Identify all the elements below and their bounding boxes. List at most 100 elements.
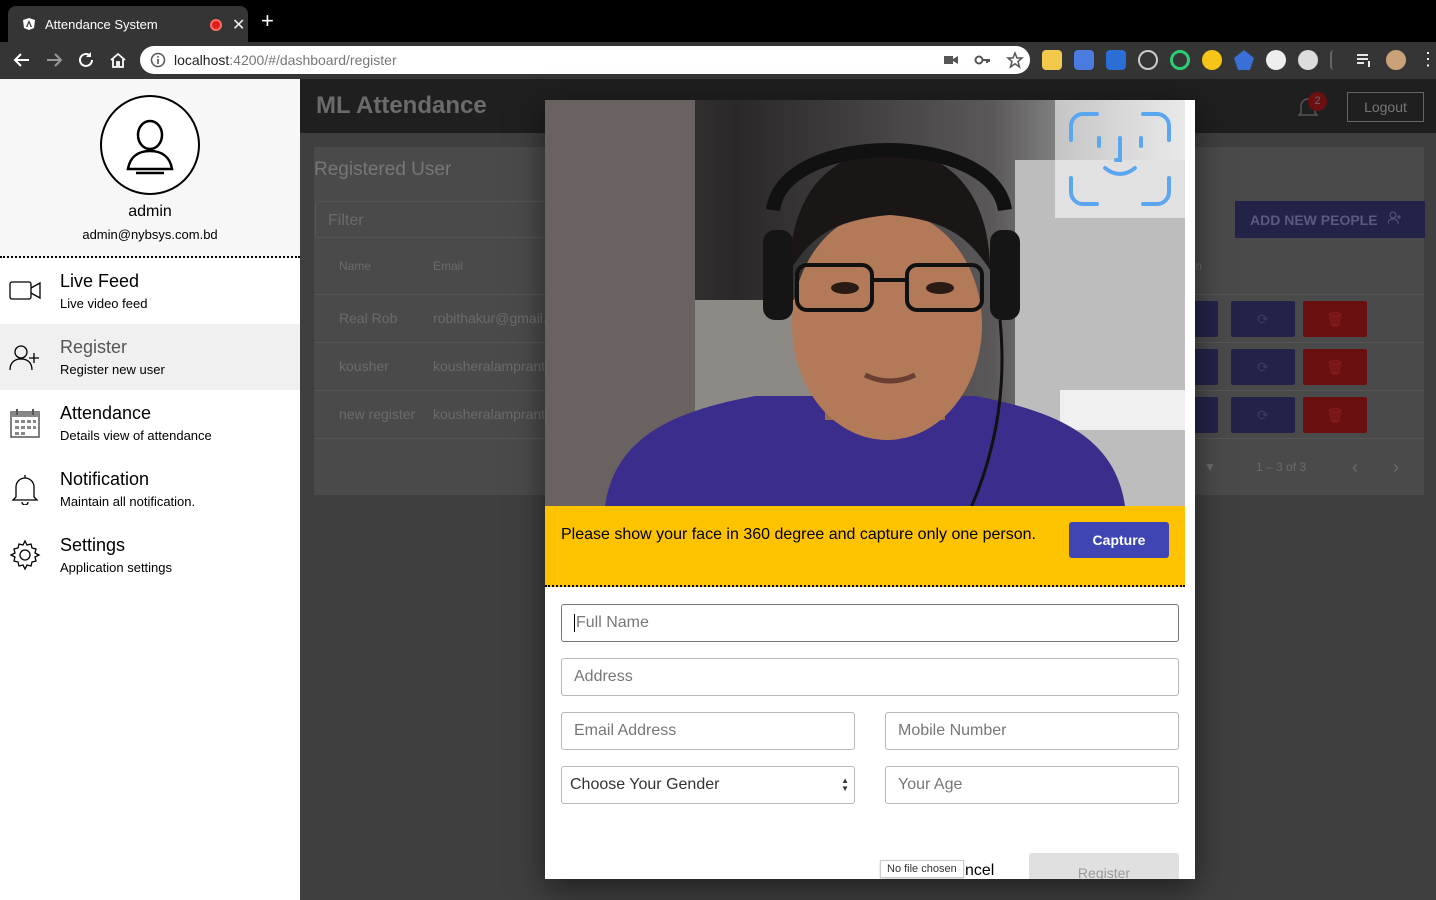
new-tab-button[interactable]: +	[261, 10, 274, 32]
user-email: admin@nybsys.com.bd	[82, 227, 218, 242]
row-email: kousheralamprant	[433, 406, 546, 422]
dots-extension-icon[interactable]	[1266, 50, 1286, 70]
add-user-icon	[1387, 211, 1402, 228]
address-bar[interactable]: localhost:4200/#/dashboard/register	[140, 46, 1030, 74]
refresh-icon: ⟳	[1257, 406, 1269, 423]
key-icon[interactable]	[974, 51, 992, 72]
notes-extension-icon[interactable]	[1042, 50, 1062, 70]
delete-button[interactable]: 🗑	[1303, 301, 1367, 337]
profile-avatar[interactable]	[1386, 50, 1406, 70]
profile-section: admin admin@nybsys.com.bd	[0, 79, 300, 258]
sidebar-item-live-feed[interactable]: Live Feed Live video feed	[0, 258, 300, 324]
forward-icon[interactable]	[44, 50, 64, 70]
trash-icon: 🗑	[1326, 310, 1344, 327]
instruction-banner: Please show your face in 360 degree and …	[545, 506, 1185, 587]
info-icon[interactable]	[150, 52, 166, 71]
trash-icon: 🗑	[1326, 406, 1344, 423]
back-icon[interactable]	[12, 50, 32, 70]
angular-icon	[22, 17, 36, 31]
react-extension-icon[interactable]	[1138, 50, 1158, 70]
avatar	[100, 95, 200, 195]
add-new-people-button[interactable]: ADD NEW PEOPLE	[1235, 201, 1425, 238]
full-name-field[interactable]: Full Name	[561, 604, 1179, 642]
tab-title: Attendance System	[45, 16, 158, 32]
sidebar-item-title: Live Feed	[60, 271, 140, 291]
full-name-placeholder: Full Name	[576, 614, 649, 631]
sidebar-item-subtitle: Maintain all notification.	[60, 494, 196, 509]
browser-tab[interactable]: Attendance System ✕	[8, 6, 248, 42]
refresh-button[interactable]: ⟳	[1231, 301, 1295, 337]
filter-input[interactable]: Filter	[315, 201, 575, 238]
sidebar-item-subtitle: Register new user	[60, 362, 165, 377]
notification-count-badge: 2	[1308, 92, 1327, 111]
user-name: admin	[128, 203, 172, 220]
file-input-tooltip: No file chosen	[880, 860, 964, 878]
column-header-email[interactable]: Email	[433, 259, 463, 273]
address-field[interactable]: Address	[561, 658, 1179, 696]
logout-button[interactable]: Logout	[1347, 92, 1424, 122]
user-avatar-icon	[126, 119, 174, 175]
gender-select[interactable]: Choose Your Gender ▲ ▼	[561, 766, 855, 804]
prev-page-icon[interactable]: ‹	[1352, 457, 1358, 478]
sidebar-item-subtitle: Application settings	[60, 560, 173, 575]
yellow-extension-icon[interactable]	[1202, 50, 1222, 70]
age-field[interactable]: Your Age	[885, 766, 1179, 804]
column-header-name[interactable]: Name	[339, 259, 371, 273]
email-field[interactable]: Email Address	[561, 712, 855, 750]
home-icon[interactable]	[108, 50, 128, 70]
gender-selected-value: Choose Your Gender	[570, 776, 720, 793]
add-user-icon	[9, 341, 41, 373]
calendar-icon	[9, 407, 41, 439]
refresh-button[interactable]: ⟳	[1231, 397, 1295, 433]
sidebar-item-attendance[interactable]: Attendance Details view of attendance	[0, 390, 300, 456]
app-title: ML Attendance	[316, 92, 487, 119]
extension-bar: ⋮	[1042, 50, 1436, 70]
paginator-range: 1 – 3 of 3	[1256, 460, 1307, 474]
recording-indicator-icon	[210, 19, 222, 31]
sidebar-item-settings[interactable]: Settings Application settings	[0, 522, 300, 588]
video-camera-icon	[9, 275, 41, 307]
url-path: :4200/#/dashboard/register	[229, 52, 397, 68]
translate-extension-icon[interactable]	[1074, 50, 1094, 70]
face-id-icon	[1055, 100, 1185, 218]
compass-extension-icon[interactable]	[1298, 50, 1318, 70]
text-caret	[574, 614, 575, 632]
select-arrows-icon: ▲ ▼	[841, 776, 849, 793]
refresh-icon: ⟳	[1257, 358, 1269, 375]
green-ring-extension-icon[interactable]	[1170, 50, 1190, 70]
sidebar-item-title: Notification	[60, 469, 150, 489]
delete-button[interactable]: 🗑	[1303, 349, 1367, 385]
row-email: kousheralamprant	[433, 358, 546, 374]
sidebar: admin admin@nybsys.com.bd Live Feed Live …	[0, 79, 300, 900]
register-button[interactable]: Register	[1029, 853, 1179, 879]
browser-menu-icon[interactable]: ⋮	[1418, 50, 1436, 70]
close-tab-icon[interactable]: ✕	[232, 15, 245, 35]
separator	[1330, 50, 1342, 70]
blue-extension-icon[interactable]	[1234, 50, 1254, 70]
s-extension-icon[interactable]	[1106, 50, 1126, 70]
reload-icon[interactable]	[76, 50, 96, 70]
row-name: Real Rob	[339, 310, 398, 326]
gear-icon	[9, 539, 41, 571]
webcam-preview	[545, 100, 1185, 506]
card-title: Registered User	[314, 159, 452, 180]
sidebar-item-subtitle: Details view of attendance	[60, 428, 212, 443]
delete-button[interactable]: 🗑	[1303, 397, 1367, 433]
next-page-icon[interactable]: ›	[1393, 457, 1399, 478]
sidebar-item-subtitle: Live video feed	[60, 296, 148, 311]
camera-permission-icon[interactable]	[942, 51, 960, 72]
sidebar-item-register[interactable]: Register Register new user	[0, 324, 300, 390]
refresh-icon: ⟳	[1257, 310, 1269, 327]
url-host: localhost	[174, 52, 230, 68]
page-size-dropdown-icon[interactable]: ▼	[1204, 460, 1216, 474]
row-email: robithakur@gmail.	[433, 310, 547, 326]
sidebar-item-title: Attendance	[60, 403, 152, 423]
sidebar-item-notification[interactable]: Notification Maintain all notification.	[0, 456, 300, 522]
capture-button[interactable]: Capture	[1069, 522, 1169, 558]
add-new-people-label: ADD NEW PEOPLE	[1250, 211, 1378, 228]
media-queue-icon[interactable]	[1354, 50, 1374, 70]
bookmark-star-icon[interactable]	[1006, 50, 1024, 72]
mobile-number-field[interactable]: Mobile Number	[885, 712, 1179, 750]
refresh-button[interactable]: ⟳	[1231, 349, 1295, 385]
register-dialog: Please show your face in 360 degree and …	[545, 100, 1195, 879]
